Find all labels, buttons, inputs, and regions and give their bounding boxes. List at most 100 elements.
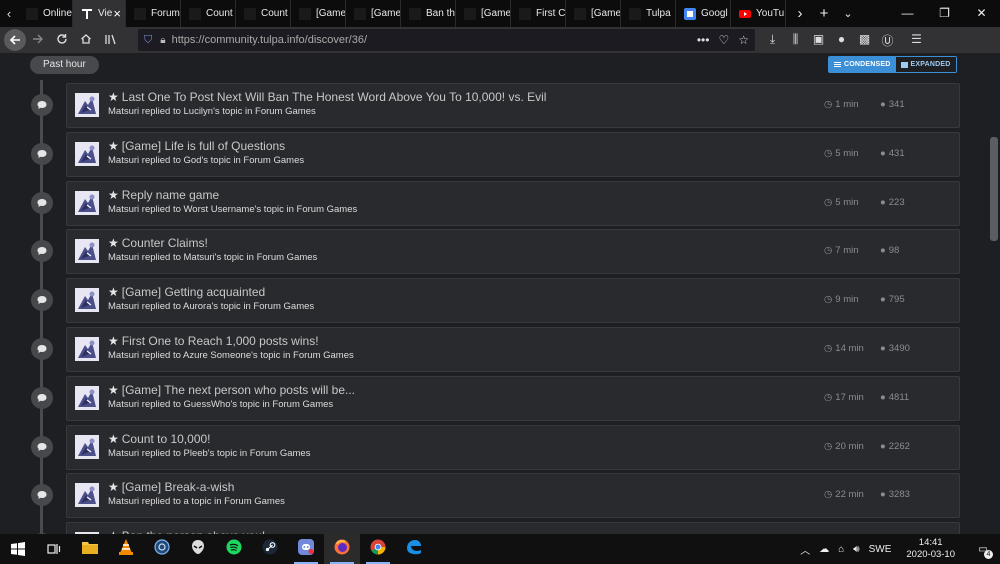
downloads-icon[interactable]: ⤓	[761, 32, 784, 49]
activity-card[interactable]: ★ [Game] Life is full of Questions Matsuri…	[66, 131, 960, 177]
new-tab-icon[interactable]: +	[812, 5, 836, 22]
restore-icon[interactable]: ❐	[926, 0, 963, 27]
menu-icon[interactable]: ☰	[905, 32, 928, 49]
topic-title-text[interactable]: Count to 10,000!	[122, 432, 211, 446]
browser-tab[interactable]: Forum	[126, 0, 181, 27]
taskbar-app-chrome[interactable]	[360, 534, 396, 564]
volume-icon[interactable]: 🔊︎	[853, 544, 859, 555]
activity-card[interactable]: ★ Reply name game Matsuri replied to Worst…	[66, 180, 960, 226]
activity-card[interactable]: ★ First One to Reach 1,000 posts wins! Mat…	[66, 326, 960, 372]
topic-title[interactable]: ★ First One to Reach 1,000 posts wins!	[108, 334, 319, 348]
forward-button[interactable]	[26, 32, 50, 48]
topic-title[interactable]: ★ [Game] The next person who posts will b…	[108, 383, 355, 397]
topic-title[interactable]: ★ Last One To Post Next Will Ban The Hone…	[108, 90, 546, 104]
topic-title[interactable]: ★ [Game] Break-a-wish	[108, 480, 234, 494]
onedrive-icon[interactable]: ☁	[819, 544, 829, 555]
network-icon[interactable]: ⌂	[838, 544, 844, 555]
list-all-tabs-icon[interactable]: ⌄	[836, 7, 860, 20]
browser-tab[interactable]: Vie ×	[73, 0, 126, 27]
back-button[interactable]	[4, 29, 26, 51]
avatar[interactable]	[75, 434, 99, 459]
task-view-button[interactable]	[36, 534, 72, 564]
avatar[interactable]	[75, 93, 99, 117]
expanded-view-button[interactable]: EXPANDED	[895, 57, 956, 72]
close-window-icon[interactable]: ✕	[963, 0, 1000, 27]
taskbar-app-steam[interactable]	[252, 534, 288, 564]
url-text[interactable]: https://community.tulpa.info/discover/36…	[172, 34, 697, 46]
account-icon[interactable]: ●	[830, 32, 853, 49]
browser-tab[interactable]: [Game	[456, 0, 511, 27]
activity-card[interactable]: ★ Counter Claims! Matsuri replied to Matsu…	[66, 229, 960, 275]
taskbar-app-vlc[interactable]	[108, 534, 144, 564]
topic-title[interactable]: ★ [Game] Getting acquainted	[108, 285, 265, 299]
taskbar-app-discord[interactable]	[288, 534, 324, 564]
taskbar-app-steam-helper[interactable]	[144, 534, 180, 564]
browser-tab[interactable]: Tulpa	[621, 0, 676, 27]
extension-u-icon[interactable]: Ⓤ	[876, 32, 899, 49]
topic-title-text[interactable]: [Game] Life is full of Questions	[122, 139, 285, 153]
bookmark-star-icon[interactable]: ☆	[738, 33, 749, 47]
library-toolbar-icon[interactable]: ⫼	[784, 32, 807, 49]
topic-title[interactable]: ★ [Game] Life is full of Questions	[108, 139, 285, 153]
activity-card[interactable]: ★ Count to 10,000! Matsuri replied to Plee…	[66, 424, 960, 470]
browser-tab[interactable]: [Game	[566, 0, 621, 27]
browser-tab[interactable]: [Game	[291, 0, 346, 27]
sidebar-icon[interactable]: ▣	[807, 32, 830, 49]
avatar[interactable]	[75, 190, 99, 215]
taskbar-app-file-explorer[interactable]	[72, 534, 108, 564]
start-button[interactable]	[0, 542, 36, 556]
lock-icon[interactable]: 🔒︎	[160, 35, 165, 46]
topic-title-text[interactable]: [Game] The next person who posts will be…	[122, 383, 355, 397]
taskbar-app-firefox[interactable]	[324, 534, 360, 564]
close-tab-icon[interactable]: ×	[113, 6, 121, 21]
taskbar-app-alienware[interactable]	[180, 534, 216, 564]
activity-card[interactable]: ★ Last One To Post Next Will Ban The Hone…	[66, 83, 960, 128]
page-scrollbar[interactable]	[988, 53, 1000, 534]
extension-icon[interactable]: ▩	[853, 32, 876, 49]
browser-tab[interactable]: Googl	[676, 0, 731, 27]
topic-title-text[interactable]: Counter Claims!	[122, 236, 208, 250]
reload-button[interactable]	[50, 32, 74, 48]
browser-tab[interactable]: Online	[18, 0, 73, 27]
avatar[interactable]	[75, 141, 99, 166]
browser-tab[interactable]: First C	[511, 0, 566, 27]
topic-title[interactable]: ★ Reply name game	[108, 188, 219, 202]
tracking-protection-icon[interactable]: ⛉	[144, 34, 152, 47]
topic-title-text[interactable]: [Game] Break-a-wish	[122, 480, 235, 494]
library-button[interactable]	[98, 32, 122, 48]
scrollbar-thumb[interactable]	[990, 137, 998, 241]
topic-title-text[interactable]: First One to Reach 1,000 posts wins!	[122, 334, 319, 348]
activity-card[interactable]: ★Ban the person above you!	[66, 522, 960, 534]
avatar[interactable]	[75, 239, 99, 264]
topic-title-text[interactable]: [Game] Getting acquainted	[122, 285, 265, 299]
browser-tab[interactable]: [Game	[346, 0, 401, 27]
browser-tab[interactable]: YouTu	[731, 0, 786, 27]
scroll-tabs-right-icon[interactable]: ›	[788, 5, 812, 22]
activity-card[interactable]: ★ [Game] Break-a-wish Matsuri replied to a…	[66, 473, 960, 519]
page-actions-icon[interactable]: •••	[697, 33, 710, 47]
avatar[interactable]	[75, 336, 99, 361]
condensed-view-button[interactable]: CONDENSED	[829, 57, 896, 72]
action-center-button[interactable]: ▭ 4	[970, 544, 996, 559]
url-bar[interactable]: ⛉ 🔒︎ https://community.tulpa.info/discov…	[138, 29, 755, 51]
topic-title-text[interactable]: Reply name game	[122, 188, 219, 202]
avatar[interactable]	[75, 385, 99, 410]
taskbar-app-edge[interactable]	[396, 534, 432, 564]
activity-card[interactable]: ★ [Game] The next person who posts will b…	[66, 375, 960, 421]
scroll-tabs-left-icon[interactable]: ‹	[0, 0, 18, 27]
clock[interactable]: 14:41 2020-03-10	[906, 537, 955, 561]
minimize-icon[interactable]: —	[889, 0, 926, 27]
show-hidden-icons-icon[interactable]: ︿	[800, 542, 810, 557]
topic-title[interactable]: ★ Count to 10,000!	[108, 432, 211, 446]
avatar[interactable]	[75, 288, 99, 313]
browser-tab[interactable]: Count	[181, 0, 236, 27]
avatar[interactable]	[75, 483, 99, 508]
home-button[interactable]	[74, 32, 98, 48]
topic-title[interactable]: ★ Counter Claims!	[108, 236, 208, 250]
pocket-icon[interactable]: ♡	[718, 33, 729, 47]
language-indicator[interactable]: SWE	[869, 544, 892, 555]
browser-tab[interactable]: Count	[236, 0, 291, 27]
taskbar-app-spotify[interactable]	[216, 534, 252, 564]
browser-tab[interactable]: Ban th	[401, 0, 456, 27]
topic-title-text[interactable]: Last One To Post Next Will Ban The Hones…	[122, 90, 547, 104]
